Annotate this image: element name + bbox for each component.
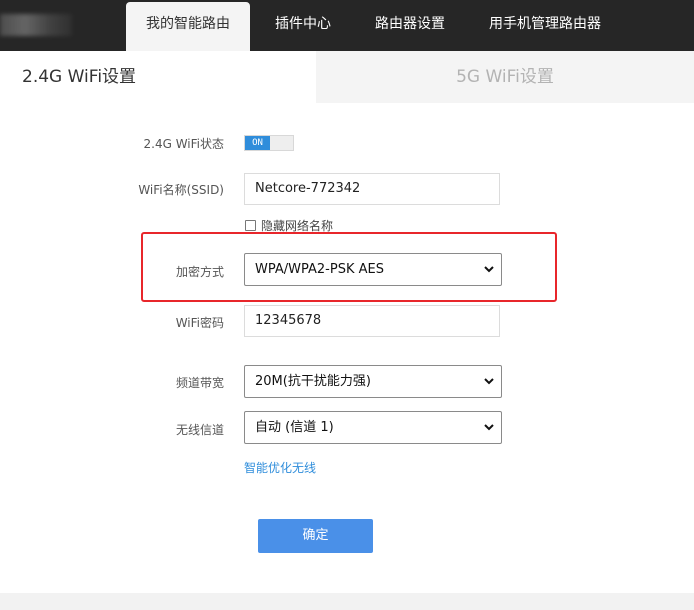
wifi-status-toggle[interactable]: ON xyxy=(244,135,294,151)
chevron-down-icon xyxy=(484,424,494,431)
ssid-label: WiFi名称(SSID) xyxy=(138,183,224,197)
toggle-on-indicator: ON xyxy=(245,136,270,150)
ssid-input[interactable]: Netcore-772342 xyxy=(244,173,500,205)
brand-logo xyxy=(0,14,72,36)
subtab-2g-wifi[interactable]: 2.4G WiFi设置 xyxy=(0,51,316,103)
nav-tab-plugin-center[interactable]: 插件中心 xyxy=(258,0,348,51)
bandwidth-select[interactable]: 20M(抗干扰能力强) xyxy=(244,365,502,398)
encryption-highlight-box xyxy=(141,232,557,302)
smart-optimize-link[interactable]: 智能优化无线 xyxy=(244,459,316,476)
password-label: WiFi密码 xyxy=(175,316,224,330)
password-input[interactable]: 12345678 xyxy=(244,305,500,337)
channel-select[interactable]: 自动 (信道 1) xyxy=(244,411,502,444)
subtab-5g-wifi[interactable]: 5G WiFi设置 xyxy=(316,51,694,103)
channel-value: 自动 (信道 1) xyxy=(255,420,334,435)
hide-ssid-checkbox[interactable] xyxy=(245,220,256,231)
confirm-button[interactable]: 确定 xyxy=(258,519,373,553)
channel-label: 无线信道 xyxy=(175,423,224,437)
nav-tab-mobile-manage[interactable]: 用手机管理路由器 xyxy=(478,0,612,51)
nav-tab-router-settings[interactable]: 路由器设置 xyxy=(360,0,460,51)
nav-tab-my-router[interactable]: 我的智能路由 xyxy=(126,2,250,51)
bandwidth-value: 20M(抗干扰能力强) xyxy=(255,374,371,389)
bandwidth-label: 频道带宽 xyxy=(175,376,224,390)
top-nav-bar: 我的智能路由 插件中心 路由器设置 用手机管理路由器 xyxy=(0,0,694,51)
wifi-status-label: 2.4G WiFi状态 xyxy=(143,137,225,151)
chevron-down-icon xyxy=(484,378,494,385)
